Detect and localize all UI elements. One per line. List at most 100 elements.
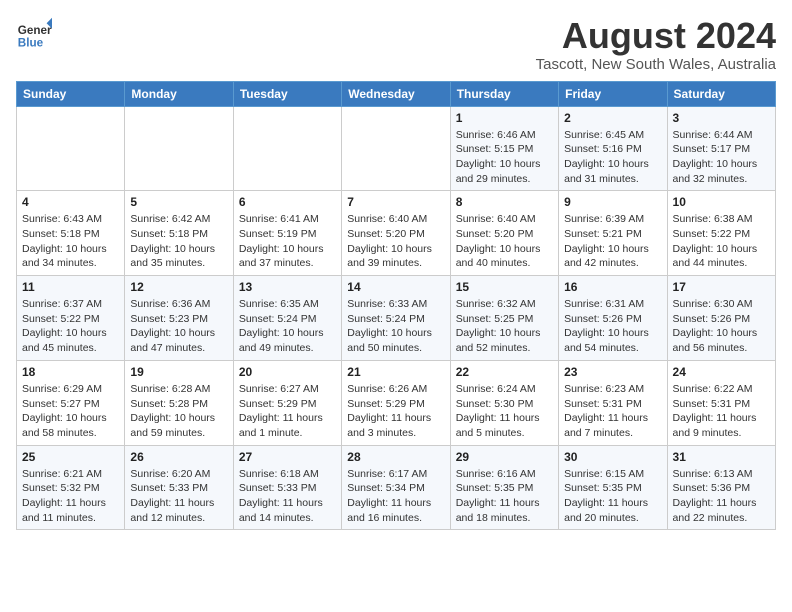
svg-text:Blue: Blue: [18, 37, 44, 50]
day-info: Sunrise: 6:36 AM Sunset: 5:23 PM Dayligh…: [130, 297, 227, 356]
day-header-friday: Friday: [559, 81, 667, 106]
day-number: 13: [239, 280, 336, 294]
day-number: 5: [130, 195, 227, 209]
calendar-cell: 6 Sunrise: 6:41 AM Sunset: 5:19 PM Daylig…: [233, 191, 341, 276]
calendar-cell: 20Sunrise: 6:27 AM Sunset: 5:29 PM Dayli…: [233, 360, 341, 445]
day-number: 21: [347, 365, 444, 379]
day-headers-row: SundayMondayTuesdayWednesdayThursdayFrid…: [17, 81, 776, 106]
calendar-cell: 4 Sunrise: 6:43 AM Sunset: 5:18 PM Daylig…: [17, 191, 125, 276]
calendar-cell: 19 Sunrise: 6:28 AM Sunset: 5:28 PM Dayli…: [125, 360, 233, 445]
calendar-cell: 24 Sunrise: 6:22 AM Sunset: 5:31 PM Dayli…: [667, 360, 775, 445]
calendar-cell: [342, 106, 450, 191]
calendar-cell: 10 Sunrise: 6:38 AM Sunset: 5:22 PM Dayli…: [667, 191, 775, 276]
day-info: Sunrise: 6:29 AM Sunset: 5:27 PM Dayligh…: [22, 382, 119, 441]
calendar-cell: 26 Sunrise: 6:20 AM Sunset: 5:33 PM Dayli…: [125, 445, 233, 530]
day-number: 4: [22, 195, 119, 209]
day-number: 24: [673, 365, 770, 379]
week-row-2: 11Sunrise: 6:37 AM Sunset: 5:22 PM Dayli…: [17, 276, 776, 361]
day-info: Sunrise: 6:33 AM Sunset: 5:24 PM Dayligh…: [347, 297, 444, 356]
calendar-cell: 16Sunrise: 6:31 AM Sunset: 5:26 PM Dayli…: [559, 276, 667, 361]
week-row-3: 18 Sunrise: 6:29 AM Sunset: 5:27 PM Dayli…: [17, 360, 776, 445]
calendar-cell: 17 Sunrise: 6:30 AM Sunset: 5:26 PM Dayli…: [667, 276, 775, 361]
day-info: Sunrise: 6:41 AM Sunset: 5:19 PM Dayligh…: [239, 212, 336, 271]
day-info: Sunrise: 6:32 AM Sunset: 5:25 PM Dayligh…: [456, 297, 553, 356]
calendar-cell: 7Sunrise: 6:40 AM Sunset: 5:20 PM Daylig…: [342, 191, 450, 276]
day-number: 29: [456, 450, 553, 464]
calendar-cell: 5 Sunrise: 6:42 AM Sunset: 5:18 PM Daylig…: [125, 191, 233, 276]
day-number: 26: [130, 450, 227, 464]
calendar-cell: [233, 106, 341, 191]
title-block: August 2024 Tascott, New South Wales, Au…: [536, 16, 776, 73]
day-number: 1: [456, 111, 553, 125]
day-number: 23: [564, 365, 661, 379]
day-info: Sunrise: 6:22 AM Sunset: 5:31 PM Dayligh…: [673, 382, 770, 441]
day-number: 10: [673, 195, 770, 209]
calendar-cell: 18 Sunrise: 6:29 AM Sunset: 5:27 PM Dayli…: [17, 360, 125, 445]
calendar-cell: 27Sunrise: 6:18 AM Sunset: 5:33 PM Dayli…: [233, 445, 341, 530]
calendar-cell: 23Sunrise: 6:23 AM Sunset: 5:31 PM Dayli…: [559, 360, 667, 445]
day-number: 8: [456, 195, 553, 209]
calendar-cell: 13Sunrise: 6:35 AM Sunset: 5:24 PM Dayli…: [233, 276, 341, 361]
calendar-cell: 12 Sunrise: 6:36 AM Sunset: 5:23 PM Dayli…: [125, 276, 233, 361]
day-info: Sunrise: 6:28 AM Sunset: 5:28 PM Dayligh…: [130, 382, 227, 441]
day-header-sunday: Sunday: [17, 81, 125, 106]
day-number: 12: [130, 280, 227, 294]
day-info: Sunrise: 6:20 AM Sunset: 5:33 PM Dayligh…: [130, 467, 227, 526]
day-number: 22: [456, 365, 553, 379]
day-number: 25: [22, 450, 119, 464]
calendar-cell: 30 Sunrise: 6:15 AM Sunset: 5:35 PM Dayli…: [559, 445, 667, 530]
day-info: Sunrise: 6:42 AM Sunset: 5:18 PM Dayligh…: [130, 212, 227, 271]
day-number: 3: [673, 111, 770, 125]
day-info: Sunrise: 6:31 AM Sunset: 5:26 PM Dayligh…: [564, 297, 661, 356]
week-row-4: 25 Sunrise: 6:21 AM Sunset: 5:32 PM Dayli…: [17, 445, 776, 530]
day-number: 7: [347, 195, 444, 209]
day-number: 18: [22, 365, 119, 379]
day-number: 14: [347, 280, 444, 294]
week-row-1: 4 Sunrise: 6:43 AM Sunset: 5:18 PM Daylig…: [17, 191, 776, 276]
day-header-tuesday: Tuesday: [233, 81, 341, 106]
calendar-cell: 29Sunrise: 6:16 AM Sunset: 5:35 PM Dayli…: [450, 445, 558, 530]
svg-text:General: General: [18, 24, 52, 37]
calendar-cell: 25 Sunrise: 6:21 AM Sunset: 5:32 PM Dayli…: [17, 445, 125, 530]
calendar-cell: 11Sunrise: 6:37 AM Sunset: 5:22 PM Dayli…: [17, 276, 125, 361]
day-number: 27: [239, 450, 336, 464]
day-info: Sunrise: 6:30 AM Sunset: 5:26 PM Dayligh…: [673, 297, 770, 356]
day-info: Sunrise: 6:46 AM Sunset: 5:15 PM Dayligh…: [456, 128, 553, 187]
day-info: Sunrise: 6:13 AM Sunset: 5:36 PM Dayligh…: [673, 467, 770, 526]
day-info: Sunrise: 6:38 AM Sunset: 5:22 PM Dayligh…: [673, 212, 770, 271]
day-number: 15: [456, 280, 553, 294]
day-number: 6: [239, 195, 336, 209]
day-info: Sunrise: 6:44 AM Sunset: 5:17 PM Dayligh…: [673, 128, 770, 187]
day-header-thursday: Thursday: [450, 81, 558, 106]
day-number: 30: [564, 450, 661, 464]
calendar-body: 1 Sunrise: 6:46 AM Sunset: 5:15 PM Daylig…: [17, 106, 776, 530]
calendar-cell: 31 Sunrise: 6:13 AM Sunset: 5:36 PM Dayli…: [667, 445, 775, 530]
calendar-cell: [17, 106, 125, 191]
day-info: Sunrise: 6:39 AM Sunset: 5:21 PM Dayligh…: [564, 212, 661, 271]
day-header-wednesday: Wednesday: [342, 81, 450, 106]
calendar-cell: [125, 106, 233, 191]
day-info: Sunrise: 6:43 AM Sunset: 5:18 PM Dayligh…: [22, 212, 119, 271]
calendar-cell: 3 Sunrise: 6:44 AM Sunset: 5:17 PM Daylig…: [667, 106, 775, 191]
calendar-cell: 1 Sunrise: 6:46 AM Sunset: 5:15 PM Daylig…: [450, 106, 558, 191]
day-info: Sunrise: 6:40 AM Sunset: 5:20 PM Dayligh…: [456, 212, 553, 271]
day-number: 2: [564, 111, 661, 125]
day-number: 31: [673, 450, 770, 464]
calendar-cell: 22Sunrise: 6:24 AM Sunset: 5:30 PM Dayli…: [450, 360, 558, 445]
week-row-0: 1 Sunrise: 6:46 AM Sunset: 5:15 PM Daylig…: [17, 106, 776, 191]
calendar-cell: 2 Sunrise: 6:45 AM Sunset: 5:16 PM Daylig…: [559, 106, 667, 191]
day-header-monday: Monday: [125, 81, 233, 106]
calendar-cell: 8 Sunrise: 6:40 AM Sunset: 5:20 PM Daylig…: [450, 191, 558, 276]
day-header-saturday: Saturday: [667, 81, 775, 106]
day-info: Sunrise: 6:21 AM Sunset: 5:32 PM Dayligh…: [22, 467, 119, 526]
day-info: Sunrise: 6:45 AM Sunset: 5:16 PM Dayligh…: [564, 128, 661, 187]
day-number: 9: [564, 195, 661, 209]
day-info: Sunrise: 6:15 AM Sunset: 5:35 PM Dayligh…: [564, 467, 661, 526]
day-number: 28: [347, 450, 444, 464]
day-number: 19: [130, 365, 227, 379]
day-info: Sunrise: 6:37 AM Sunset: 5:22 PM Dayligh…: [22, 297, 119, 356]
logo-icon: General Blue: [16, 16, 52, 52]
day-number: 20: [239, 365, 336, 379]
day-number: 17: [673, 280, 770, 294]
calendar-header: SundayMondayTuesdayWednesdayThursdayFrid…: [17, 81, 776, 106]
